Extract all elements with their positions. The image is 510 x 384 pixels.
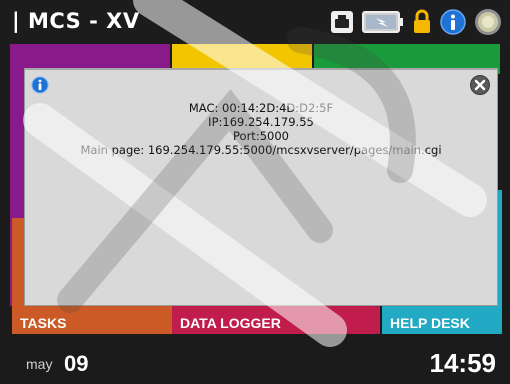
- app-title: | MCS - XV: [12, 9, 140, 33]
- battery-charging-icon: [362, 11, 403, 33]
- ip-address: IP:169.254.179.55: [208, 115, 314, 129]
- close-icon[interactable]: [469, 74, 491, 96]
- info-icon: [31, 76, 49, 94]
- main-page-url: Main page: 169.254.179.55:5000/mcsxvserv…: [80, 143, 442, 157]
- status-icons: [330, 8, 502, 36]
- date-month: may: [26, 356, 53, 372]
- info-icon[interactable]: [440, 9, 466, 35]
- mac-address: MAC: 00:14:2D:4D:D2:5F: [188, 101, 334, 115]
- dialog-body: MAC: 00:14:2D:4D:D2:5F IP:169.254.179.55…: [25, 101, 497, 157]
- status-footer: may 09 14:59: [0, 334, 510, 384]
- power-button-icon[interactable]: [474, 8, 502, 36]
- tile-tasks-label: TASKS: [20, 315, 67, 331]
- date-day: 09: [64, 351, 89, 376]
- network-info-dialog: MAC: 00:14:2D:4D:D2:5F IP:169.254.179.55…: [24, 68, 498, 306]
- tile-data-logger-label: DATA LOGGER: [180, 315, 281, 331]
- lock-icon[interactable]: [412, 9, 432, 35]
- title-bar: | MCS - XV: [0, 0, 510, 44]
- device-screen: | MCS - XV TASKS DATA LOGGER HELP DESK m…: [0, 0, 510, 384]
- clock: 14:59: [429, 348, 497, 378]
- printer-icon[interactable]: [330, 10, 354, 34]
- tile-help-desk-label: HELP DESK: [390, 315, 470, 331]
- port: Port:5000: [233, 129, 289, 143]
